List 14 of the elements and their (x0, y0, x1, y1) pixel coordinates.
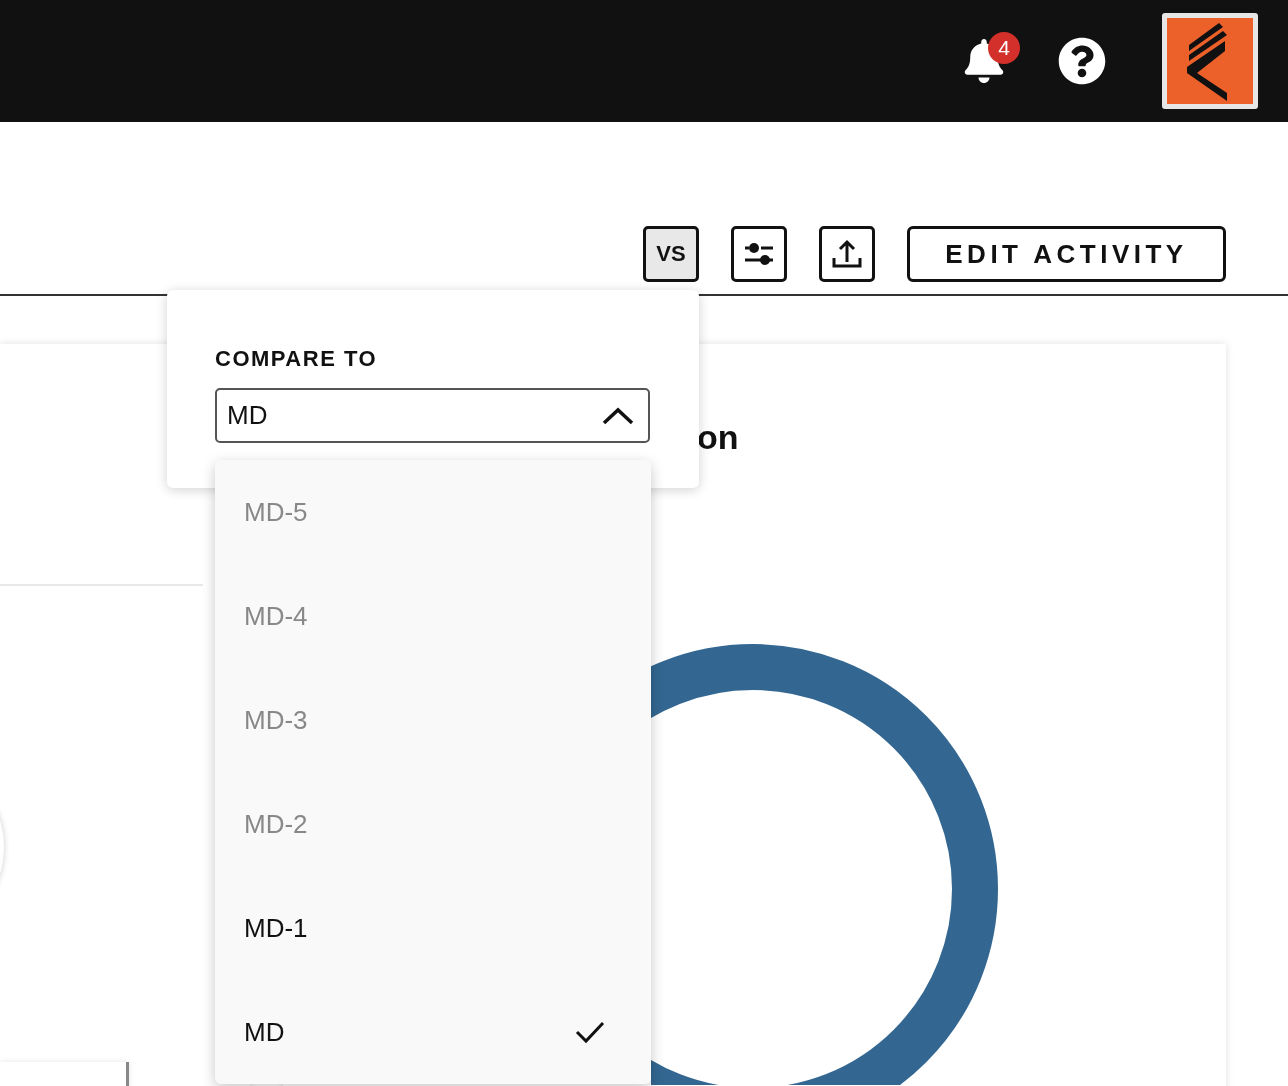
notification-badge: 4 (988, 32, 1020, 64)
compare-label: COMPARE TO (215, 346, 379, 372)
dropdown-option[interactable]: MD-1 (215, 876, 651, 980)
upload-button[interactable] (819, 226, 875, 282)
compare-button[interactable]: VS (643, 226, 699, 282)
logo-icon[interactable] (1162, 13, 1258, 109)
upload-icon (831, 238, 863, 270)
dropdown-option[interactable]: MD (215, 980, 651, 1084)
filter-button[interactable] (731, 226, 787, 282)
help-icon[interactable] (1058, 37, 1106, 85)
edit-activity-button[interactable]: EDIT ACTIVITY (907, 226, 1226, 282)
card-title: on (697, 418, 739, 457)
caret-icon (602, 406, 634, 425)
compare-select[interactable]: MD (215, 388, 650, 443)
